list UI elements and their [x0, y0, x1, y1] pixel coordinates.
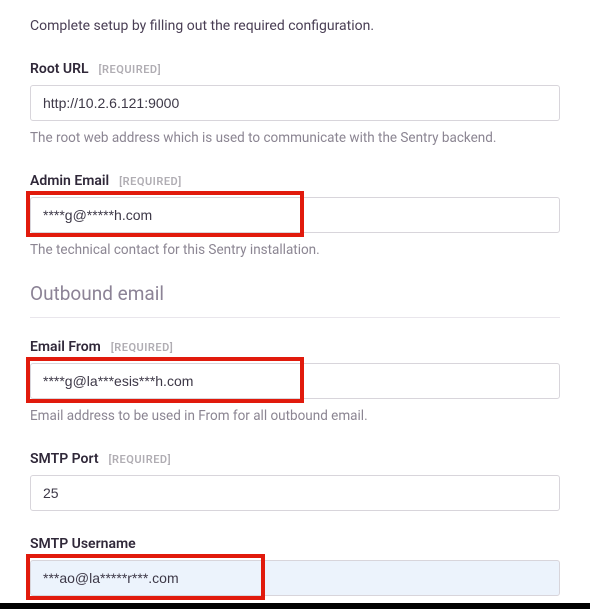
root-url-label: Root URL — [30, 61, 89, 77]
email-from-group: Email From [REQUIRED] Email address to b… — [30, 336, 560, 426]
admin-email-input[interactable] — [30, 197, 560, 233]
admin-email-required-badge: [REQUIRED] — [119, 175, 182, 188]
smtp-username-input[interactable] — [30, 560, 560, 596]
smtp-port-group: SMTP Port [REQUIRED] — [30, 448, 560, 511]
smtp-username-group: SMTP Username — [30, 533, 560, 596]
bottom-black-strip — [0, 603, 590, 609]
admin-email-group: Admin Email [REQUIRED] The technical con… — [30, 170, 560, 260]
intro-text: Complete setup by filling out the requir… — [30, 18, 560, 34]
email-from-label: Email From — [30, 339, 101, 355]
smtp-port-input[interactable] — [30, 475, 560, 511]
admin-email-label: Admin Email — [30, 173, 109, 189]
root-url-group: Root URL [REQUIRED] The root web address… — [30, 58, 560, 148]
email-from-required-badge: [REQUIRED] — [111, 341, 174, 354]
email-from-input[interactable] — [30, 363, 560, 399]
outbound-email-section-title: Outbound email — [30, 282, 560, 318]
smtp-port-label: SMTP Port — [30, 451, 99, 467]
smtp-username-label-row: SMTP Username — [30, 533, 560, 552]
root-url-required-badge: [REQUIRED] — [99, 63, 162, 76]
smtp-username-label: SMTP Username — [30, 536, 136, 552]
root-url-help: The root web address which is used to co… — [30, 129, 560, 148]
root-url-label-row: Root URL [REQUIRED] — [30, 58, 560, 77]
email-from-label-row: Email From [REQUIRED] — [30, 336, 560, 355]
email-from-help: Email address to be used in From for all… — [30, 407, 560, 426]
smtp-port-required-badge: [REQUIRED] — [109, 453, 172, 466]
smtp-port-label-row: SMTP Port [REQUIRED] — [30, 448, 560, 467]
admin-email-label-row: Admin Email [REQUIRED] — [30, 170, 560, 189]
admin-email-help: The technical contact for this Sentry in… — [30, 241, 560, 260]
root-url-input[interactable] — [30, 85, 560, 121]
